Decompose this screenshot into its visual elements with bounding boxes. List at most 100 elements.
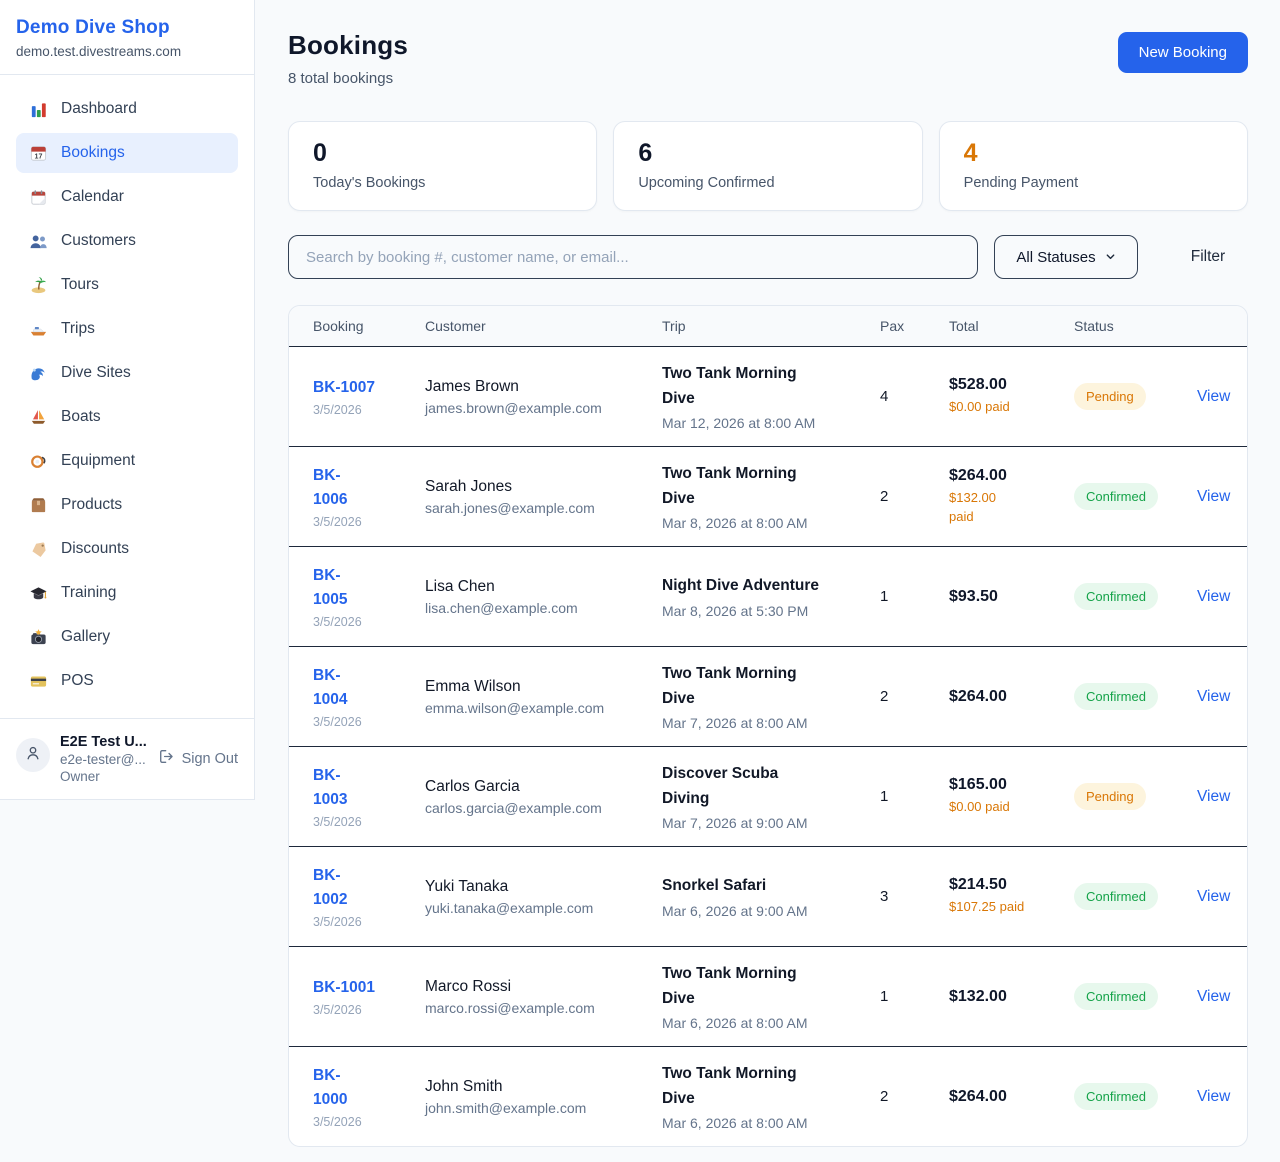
search-input[interactable] bbox=[288, 235, 978, 279]
stat-label: Upcoming Confirmed bbox=[638, 175, 897, 191]
pax-value: 1 bbox=[880, 788, 949, 805]
status-cell: Confirmed bbox=[1074, 983, 1197, 1010]
sailboat-icon bbox=[28, 407, 48, 427]
booking-cell: BK-1005 3/5/2026 bbox=[313, 564, 425, 629]
sidebar-item-label: Calendar bbox=[61, 188, 124, 206]
total-amount: $264.00 bbox=[949, 467, 1064, 485]
stat-label: Today's Bookings bbox=[313, 175, 572, 191]
total-cell: $165.00 $0.00 paid bbox=[949, 776, 1074, 817]
sidebar-item-tours[interactable]: Tours bbox=[16, 265, 238, 305]
page-subtitle: 8 total bookings bbox=[288, 70, 408, 87]
customer-email: marco.rossi@example.com bbox=[425, 1000, 652, 1016]
booking-date: 3/5/2026 bbox=[313, 515, 415, 529]
stats-row: 0 Today's Bookings 6 Upcoming Confirmed … bbox=[288, 121, 1248, 211]
booking-link[interactable]: BK-1007 bbox=[313, 376, 375, 400]
customer-name: John Smith bbox=[425, 1078, 652, 1096]
sidebar-item-dashboard[interactable]: Dashboard bbox=[16, 89, 238, 129]
booking-date: 3/5/2026 bbox=[313, 1115, 415, 1129]
sidebar-item-calendar[interactable]: Calendar bbox=[16, 177, 238, 217]
status-cell: Pending bbox=[1074, 383, 1197, 410]
trip-cell: Two Tank Morning Dive Mar 8, 2026 at 8:0… bbox=[662, 462, 880, 530]
booking-link[interactable]: BK-1001 bbox=[313, 976, 375, 1000]
trip-name: Night Dive Adventure bbox=[662, 574, 825, 598]
table-row: BK-1000 3/5/2026 John Smith john.smith@e… bbox=[289, 1046, 1247, 1146]
sidebar-item-products[interactable]: Products bbox=[16, 485, 238, 525]
bookings-table: Booking Customer Trip Pax Total Status B… bbox=[288, 305, 1248, 1147]
sidebar-item-training[interactable]: Training bbox=[16, 573, 238, 613]
booking-date: 3/5/2026 bbox=[313, 1003, 415, 1017]
booking-link[interactable]: BK-1006 bbox=[313, 464, 359, 512]
filter-button[interactable]: Filter bbox=[1168, 248, 1248, 266]
paid-amount: $132.00 paid bbox=[949, 489, 1007, 527]
total-cell: $528.00 $0.00 paid bbox=[949, 376, 1074, 417]
total-cell: $264.00 bbox=[949, 688, 1074, 706]
tag-icon bbox=[28, 539, 48, 559]
calendar-date-icon: 17 bbox=[28, 143, 48, 163]
sidebar-item-boats[interactable]: Boats bbox=[16, 397, 238, 437]
sidebar-item-dive-sites[interactable]: Dive Sites bbox=[16, 353, 238, 393]
total-cell: $93.50 bbox=[949, 588, 1074, 606]
booking-link[interactable]: BK-1003 bbox=[313, 764, 359, 812]
stat-value: 4 bbox=[964, 139, 1223, 168]
action-cell: View bbox=[1197, 788, 1247, 806]
sidebar-item-label: Products bbox=[61, 496, 122, 514]
motor-boat-icon bbox=[28, 319, 48, 339]
brand-domain: demo.test.divestreams.com bbox=[16, 44, 238, 59]
graduation-cap-icon bbox=[28, 583, 48, 603]
action-cell: View bbox=[1197, 388, 1247, 406]
customer-cell: Emma Wilson emma.wilson@example.com bbox=[425, 678, 662, 716]
pax-value: 4 bbox=[880, 388, 949, 405]
customer-cell: Sarah Jones sarah.jones@example.com bbox=[425, 478, 662, 516]
sidebar-item-label: POS bbox=[61, 672, 94, 690]
view-link[interactable]: View bbox=[1197, 788, 1230, 805]
sidebar-item-gallery[interactable]: Gallery bbox=[16, 617, 238, 657]
new-booking-button[interactable]: New Booking bbox=[1118, 32, 1248, 73]
total-amount: $264.00 bbox=[949, 1088, 1064, 1106]
view-link[interactable]: View bbox=[1197, 688, 1230, 705]
trip-datetime: Mar 8, 2026 at 5:30 PM bbox=[662, 603, 870, 619]
sidebar-item-bookings[interactable]: 17 Bookings bbox=[16, 133, 238, 173]
total-amount: $264.00 bbox=[949, 688, 1064, 706]
view-link[interactable]: View bbox=[1197, 988, 1230, 1005]
table-row: BK-1001 3/5/2026 Marco Rossi marco.rossi… bbox=[289, 946, 1247, 1046]
sidebar-item-label: Dashboard bbox=[61, 100, 137, 118]
view-link[interactable]: View bbox=[1197, 888, 1230, 905]
trip-name: Discover Scuba Diving bbox=[662, 762, 825, 810]
customer-name: Carlos Garcia bbox=[425, 778, 652, 796]
sidebar: Demo Dive Shop demo.test.divestreams.com… bbox=[0, 0, 255, 800]
brand-name[interactable]: Demo Dive Shop bbox=[16, 17, 238, 39]
booking-link[interactable]: BK-1005 bbox=[313, 564, 359, 612]
view-link[interactable]: View bbox=[1197, 388, 1230, 405]
total-cell: $132.00 bbox=[949, 988, 1074, 1006]
customer-name: Yuki Tanaka bbox=[425, 878, 652, 896]
bar-chart-icon bbox=[28, 99, 48, 119]
view-link[interactable]: View bbox=[1197, 488, 1230, 505]
table-row: BK-1006 3/5/2026 Sarah Jones sarah.jones… bbox=[289, 446, 1247, 546]
column-header-trip: Trip bbox=[662, 306, 880, 346]
sidebar-item-discounts[interactable]: Discounts bbox=[16, 529, 238, 569]
total-amount: $165.00 bbox=[949, 776, 1064, 794]
booking-link[interactable]: BK-1002 bbox=[313, 864, 359, 912]
sidebar-item-label: Customers bbox=[61, 232, 136, 250]
sign-out-button[interactable]: Sign Out bbox=[158, 748, 238, 769]
booking-cell: BK-1003 3/5/2026 bbox=[313, 764, 425, 829]
trip-cell: Two Tank Morning Dive Mar 12, 2026 at 8:… bbox=[662, 362, 880, 430]
booking-link[interactable]: BK-1000 bbox=[313, 1064, 359, 1112]
total-amount: $132.00 bbox=[949, 988, 1064, 1006]
table-header-row: Booking Customer Trip Pax Total Status bbox=[289, 306, 1247, 346]
sidebar-item-equipment[interactable]: Equipment bbox=[16, 441, 238, 481]
status-badge: Confirmed bbox=[1074, 1083, 1158, 1110]
sidebar-item-pos[interactable]: POS bbox=[16, 661, 238, 701]
status-filter-value: All Statuses bbox=[1016, 249, 1095, 266]
booking-link[interactable]: BK-1004 bbox=[313, 664, 359, 712]
sidebar-item-trips[interactable]: Trips bbox=[16, 309, 238, 349]
column-header-booking: Booking bbox=[313, 306, 425, 346]
column-header-total: Total bbox=[949, 306, 1074, 346]
customer-name: Sarah Jones bbox=[425, 478, 652, 496]
view-link[interactable]: View bbox=[1197, 588, 1230, 605]
view-link[interactable]: View bbox=[1197, 1088, 1230, 1105]
sidebar-item-customers[interactable]: Customers bbox=[16, 221, 238, 261]
status-badge: Pending bbox=[1074, 383, 1146, 410]
trip-name: Two Tank Morning Dive bbox=[662, 662, 825, 710]
status-filter-select[interactable]: All Statuses bbox=[994, 235, 1138, 279]
